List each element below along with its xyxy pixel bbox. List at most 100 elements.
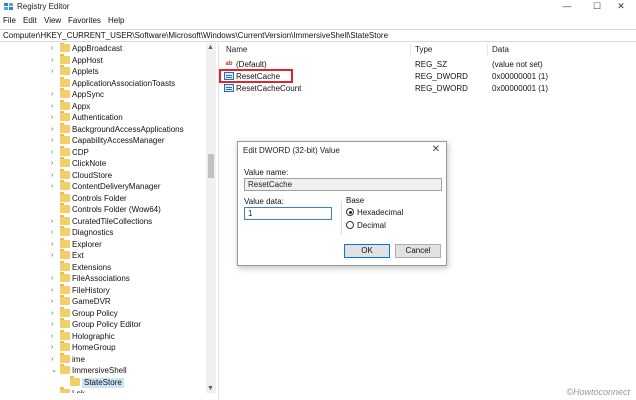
expand-chevron-icon[interactable]: › xyxy=(51,250,53,261)
column-name[interactable]: Name xyxy=(226,45,247,54)
folder-icon xyxy=(60,214,70,225)
tree-item[interactable]: › AppBroadcast xyxy=(0,43,206,54)
tree-item[interactable]: › GameDVR xyxy=(0,295,206,307)
folder-icon xyxy=(60,237,70,248)
tree-item[interactable]: › BackgroundAccessApplications xyxy=(0,122,206,135)
value-data-input[interactable]: 1 xyxy=(244,207,332,220)
minimize-button[interactable]: — xyxy=(552,0,582,14)
column-type[interactable]: Type xyxy=(415,45,432,54)
tree-item[interactable]: › Applets xyxy=(0,65,206,77)
tree-item-label: Group Policy Editor xyxy=(72,320,141,329)
folder-icon xyxy=(60,226,70,236)
decimal-radio[interactable]: Decimal xyxy=(346,220,436,230)
tree-item-label: ImmersiveShell xyxy=(72,366,127,375)
expand-chevron-icon[interactable]: › xyxy=(51,319,53,330)
address-bar[interactable]: Computer\HKEY_CURRENT_USER\Software\Micr… xyxy=(0,29,636,42)
tree-item[interactable]: › FileHistory xyxy=(0,283,206,296)
expand-chevron-icon[interactable]: › xyxy=(51,43,53,54)
expand-chevron-icon[interactable]: › xyxy=(51,158,53,169)
tree-item[interactable]: Controls Folder xyxy=(0,191,206,204)
tree-item[interactable]: Controls Folder (Wow64) xyxy=(0,203,206,215)
menu-file[interactable]: File xyxy=(3,16,16,25)
folder-icon xyxy=(60,88,70,98)
expand-chevron-icon[interactable]: › xyxy=(51,331,53,342)
tree-item[interactable]: › CDP xyxy=(0,145,206,158)
expand-chevron-icon[interactable]: › xyxy=(51,181,53,192)
expand-chevron-icon[interactable]: › xyxy=(51,147,53,158)
tree-item[interactable]: › Group Policy Editor xyxy=(0,318,206,330)
tree-item[interactable]: › Diagnostics xyxy=(0,226,206,238)
tree-item[interactable]: › CapabilityAccessManager xyxy=(0,134,206,146)
cancel-button[interactable]: Cancel xyxy=(395,244,441,258)
expand-chevron-icon[interactable]: › xyxy=(51,354,53,365)
menu-view[interactable]: View xyxy=(44,16,61,25)
tree-item-partial[interactable]: Lnk... xyxy=(0,387,206,393)
tree-item[interactable]: › ContentDeliveryManager xyxy=(0,180,206,192)
expand-chevron-icon[interactable]: › xyxy=(51,308,53,319)
column-data[interactable]: Data xyxy=(492,45,509,54)
tree-item[interactable]: ⌄ ImmersiveShell xyxy=(0,364,206,376)
folder-icon xyxy=(60,352,70,363)
expand-chevron-icon[interactable]: › xyxy=(51,170,53,181)
scroll-down-icon[interactable]: ▼ xyxy=(207,385,214,392)
expand-chevron-icon[interactable]: › xyxy=(51,227,53,238)
tree-item[interactable]: › CuratedTileCollections xyxy=(0,214,206,227)
expand-chevron-icon[interactable]: › xyxy=(51,216,53,227)
tree-item[interactable]: › AppHost xyxy=(0,53,206,66)
scroll-up-icon[interactable]: ▲ xyxy=(207,44,214,51)
expand-chevron-icon[interactable]: › xyxy=(51,296,53,307)
expand-chevron-icon[interactable]: › xyxy=(51,101,53,112)
tree-scrollbar[interactable]: ▲ ▼ xyxy=(206,43,216,393)
tree-item-label: FileAssociations xyxy=(72,274,130,283)
expand-chevron-icon[interactable]: › xyxy=(51,112,53,123)
dialog-close-button[interactable]: ✕ xyxy=(432,144,440,155)
tree-item[interactable]: › HomeGroup xyxy=(0,341,206,353)
expand-chevron-icon[interactable]: › xyxy=(51,55,53,66)
pane-divider[interactable] xyxy=(218,43,219,400)
tree-item-label: Controls Folder xyxy=(72,193,127,203)
value-type: REG_SZ xyxy=(415,60,448,69)
value-row-resetcachecount[interactable]: ResetCacheCount REG_DWORD 0x00000001 (1) xyxy=(222,82,636,94)
tree-item[interactable]: › Explorer xyxy=(0,237,206,250)
tree-item-selected[interactable]: StateStore xyxy=(0,375,206,388)
expand-chevron-icon[interactable]: › xyxy=(51,342,53,353)
folder-icon xyxy=(60,364,70,374)
expand-chevron-icon[interactable]: › xyxy=(51,285,53,296)
menu-favorites[interactable]: Favorites xyxy=(68,16,101,25)
tree-item-label: GameDVR xyxy=(72,297,111,306)
tree-item[interactable]: › ime xyxy=(0,352,206,365)
expand-chevron-icon[interactable]: › xyxy=(51,239,53,250)
expand-chevron-icon[interactable]: › xyxy=(51,273,53,284)
expand-chevron-icon[interactable]: › xyxy=(51,124,53,135)
expand-chevron-icon[interactable]: ⌄ xyxy=(51,365,57,376)
tree-item[interactable]: ApplicationAssociationToasts xyxy=(0,76,206,89)
tree-item[interactable]: › Ext xyxy=(0,249,206,261)
decimal-label: Decimal xyxy=(357,221,386,230)
scroll-thumb[interactable] xyxy=(208,154,214,178)
folder-icon xyxy=(60,283,70,294)
tree-item[interactable]: › Holographic xyxy=(0,329,206,342)
tree-item[interactable]: › Appx xyxy=(0,99,206,112)
value-name: ResetCacheCount xyxy=(236,84,302,93)
hexadecimal-radio[interactable]: Hexadecimal xyxy=(346,207,436,217)
expand-chevron-icon[interactable]: › xyxy=(51,135,53,146)
ok-button[interactable]: OK xyxy=(344,244,390,258)
expand-chevron-icon[interactable]: › xyxy=(51,66,53,77)
expand-chevron-icon[interactable]: › xyxy=(51,89,53,100)
tree-item[interactable]: Extensions xyxy=(0,260,206,273)
menu-edit[interactable]: Edit xyxy=(23,16,37,25)
menu-help[interactable]: Help xyxy=(108,16,124,25)
column-separator[interactable] xyxy=(487,44,488,56)
folder-icon xyxy=(60,99,70,110)
column-separator[interactable] xyxy=(410,44,411,56)
watermark: ©Howtoconnect xyxy=(566,387,630,397)
tree-item[interactable]: › AppSync xyxy=(0,88,206,100)
tree-item[interactable]: › FileAssociations xyxy=(0,272,206,284)
tree-item[interactable]: › CloudStore xyxy=(0,168,206,181)
close-button[interactable]: ✕ xyxy=(606,0,636,14)
address-path[interactable]: Computer\HKEY_CURRENT_USER\Software\Micr… xyxy=(3,31,388,40)
tree-item-label: Ext xyxy=(72,251,84,260)
tree-item[interactable]: › ClickNote xyxy=(0,157,206,169)
tree-item[interactable]: › Authentication xyxy=(0,111,206,123)
tree-item[interactable]: › Group Policy xyxy=(0,306,206,319)
